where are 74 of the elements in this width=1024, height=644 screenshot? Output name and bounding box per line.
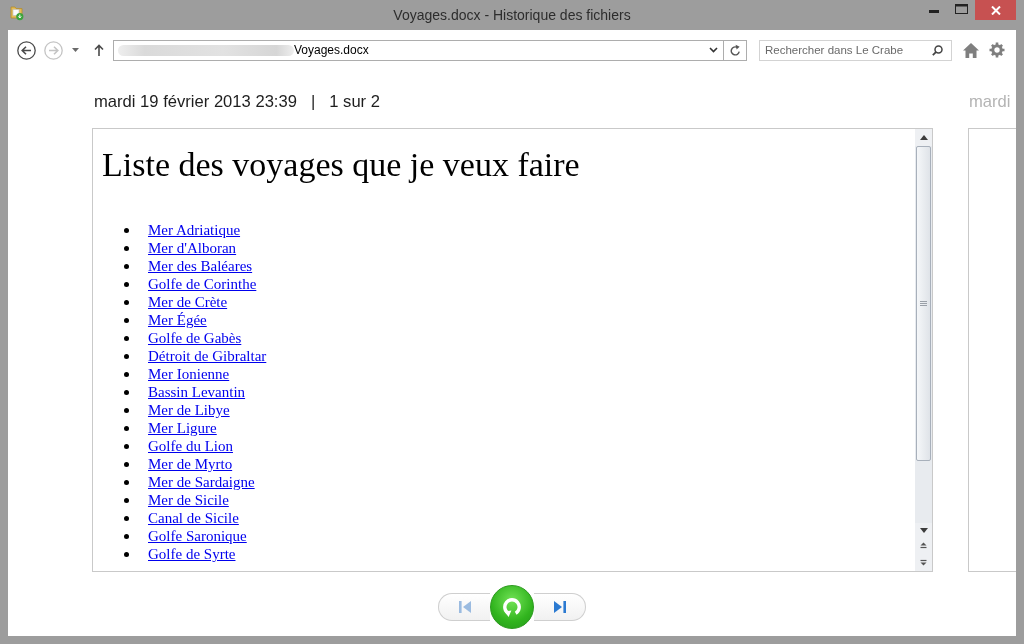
bullet-icon bbox=[124, 407, 129, 413]
bullet-icon bbox=[124, 479, 129, 485]
list-item-link[interactable]: Mer de Myrto bbox=[148, 455, 233, 473]
list-item-link[interactable]: Mer de Sardaigne bbox=[148, 473, 255, 491]
list-item-link[interactable]: Mer de Libye bbox=[148, 401, 230, 419]
search-field[interactable]: Rechercher dans Le Crabe bbox=[759, 39, 952, 61]
next-page-button[interactable] bbox=[915, 553, 932, 571]
list-item-link[interactable]: Mer d'Alboran bbox=[148, 239, 237, 257]
list-item-link[interactable]: Golfe de Gabès bbox=[148, 329, 242, 347]
page-up-icon bbox=[920, 541, 927, 549]
back-icon[interactable] bbox=[17, 40, 36, 60]
list-item-link[interactable]: Golfe de Syrte bbox=[148, 545, 236, 563]
bullet-icon bbox=[124, 263, 129, 269]
page-counter: 1 sur 2 bbox=[329, 92, 380, 112]
list-item-link[interactable]: Mer Égée bbox=[148, 311, 207, 329]
window-title: Voyages.docx - Historique des fichiers bbox=[393, 6, 631, 25]
bullet-icon bbox=[124, 443, 129, 449]
list-item-link[interactable]: Mer de Crète bbox=[148, 293, 228, 311]
bullet-icon bbox=[124, 245, 129, 251]
list-item-link[interactable]: Golfe du Lion bbox=[148, 437, 233, 455]
home-icon[interactable] bbox=[963, 42, 979, 58]
caret-icon[interactable] bbox=[72, 48, 79, 52]
restore-button[interactable] bbox=[490, 585, 534, 629]
bullet-icon bbox=[124, 227, 129, 233]
list-item-link[interactable]: Golfe de Corinthe bbox=[148, 275, 257, 293]
settings-icon[interactable] bbox=[989, 42, 1005, 58]
version-date: mardi 19 février 2013 23:39 bbox=[94, 92, 297, 112]
bullet-icon bbox=[124, 371, 129, 377]
skip-back-icon bbox=[458, 601, 471, 613]
list-item-link[interactable]: Mer de Sicile bbox=[148, 491, 229, 509]
folder-icon bbox=[10, 5, 24, 21]
circular-arrow-icon bbox=[500, 595, 524, 619]
next-version-button[interactable] bbox=[534, 593, 586, 621]
close-button[interactable] bbox=[975, 0, 1016, 20]
search-icon[interactable] bbox=[932, 44, 943, 56]
triangle-down-icon bbox=[919, 527, 928, 533]
document-heading: Liste des voyages que je veux faire bbox=[102, 145, 580, 184]
bullet-icon bbox=[124, 317, 129, 323]
scroll-up-button[interactable] bbox=[915, 129, 932, 146]
chevron-down-icon[interactable] bbox=[709, 47, 718, 53]
refresh-button[interactable] bbox=[724, 39, 747, 61]
next-version-date: mardi bbox=[969, 92, 1011, 112]
separator-text: | bbox=[310, 92, 316, 112]
skip-forward-icon bbox=[553, 601, 566, 613]
bullet-icon bbox=[124, 461, 129, 467]
bullet-icon bbox=[124, 533, 129, 539]
maximize-icon[interactable] bbox=[955, 4, 968, 14]
address-field[interactable]: Voyages.docx bbox=[113, 39, 724, 61]
list-item-link[interactable]: Mer Ligure bbox=[148, 419, 217, 437]
list-item-link[interactable]: Mer Adriatique bbox=[148, 221, 241, 239]
scroll-down-button[interactable] bbox=[915, 523, 932, 537]
bullet-icon bbox=[124, 353, 129, 359]
grip-icon bbox=[920, 301, 927, 306]
list-item-link[interactable]: Détroit de Gibraltar bbox=[148, 347, 267, 365]
up-arrow-icon[interactable] bbox=[94, 44, 104, 56]
list-item-link[interactable]: Bassin Levantin bbox=[148, 383, 246, 401]
page-down-icon bbox=[920, 558, 927, 566]
close-icon bbox=[990, 5, 1001, 15]
list-item-link[interactable]: Golfe Saronique bbox=[148, 527, 247, 545]
bullet-icon bbox=[124, 281, 129, 287]
bullet-icon bbox=[124, 515, 129, 521]
bullet-icon bbox=[124, 425, 129, 431]
scrollbar-thumb[interactable] bbox=[916, 146, 931, 461]
scrollbar[interactable] bbox=[915, 129, 932, 571]
triangle-up-icon bbox=[919, 135, 928, 140]
bullet-icon bbox=[124, 497, 129, 503]
list-item-link[interactable]: Mer des Baléares bbox=[148, 257, 253, 275]
bullet-icon bbox=[124, 335, 129, 341]
bullet-icon bbox=[124, 299, 129, 305]
list-item-link[interactable]: Mer Ionienne bbox=[148, 365, 230, 383]
list-item-link[interactable]: Canal de Sicile bbox=[148, 509, 239, 527]
bullet-icon bbox=[124, 551, 129, 557]
bullet-icon bbox=[124, 389, 129, 395]
refresh-icon bbox=[729, 44, 741, 56]
